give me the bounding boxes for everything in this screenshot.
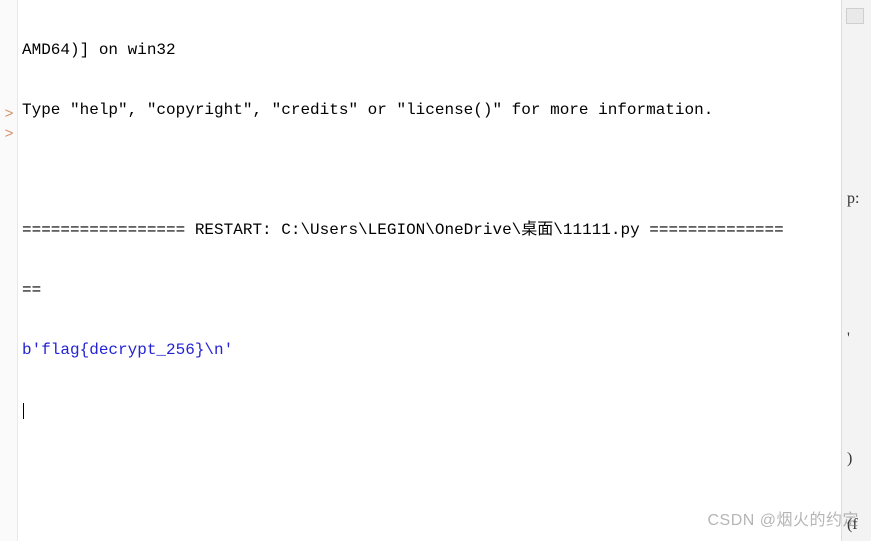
program-output: b'flag{decrypt_256}\n' <box>22 340 837 360</box>
text-cursor <box>23 403 24 419</box>
shell-output-area[interactable]: AMD64)] on win32 Type "help", "copyright… <box>18 0 841 541</box>
banner-line: AMD64)] on win32 <box>22 40 837 60</box>
input-line[interactable] <box>22 400 837 420</box>
blank-line <box>22 160 837 180</box>
idle-shell-window: > > AMD64)] on win32 Type "help", "copyr… <box>0 0 871 541</box>
prompt-marker: > <box>0 125 18 145</box>
prompt-marker: > <box>0 105 18 125</box>
adjacent-window-sliver: p: ' ) (f <box>841 0 871 541</box>
prompt-gutter: > > <box>0 0 18 541</box>
adjacent-code-fragment: p: ' ) (f <box>847 0 871 541</box>
restart-separator: ================= RESTART: C:\Users\LEGI… <box>22 220 837 240</box>
restart-separator-cont: == <box>22 280 837 300</box>
banner-line: Type "help", "copyright", "credits" or "… <box>22 100 837 120</box>
